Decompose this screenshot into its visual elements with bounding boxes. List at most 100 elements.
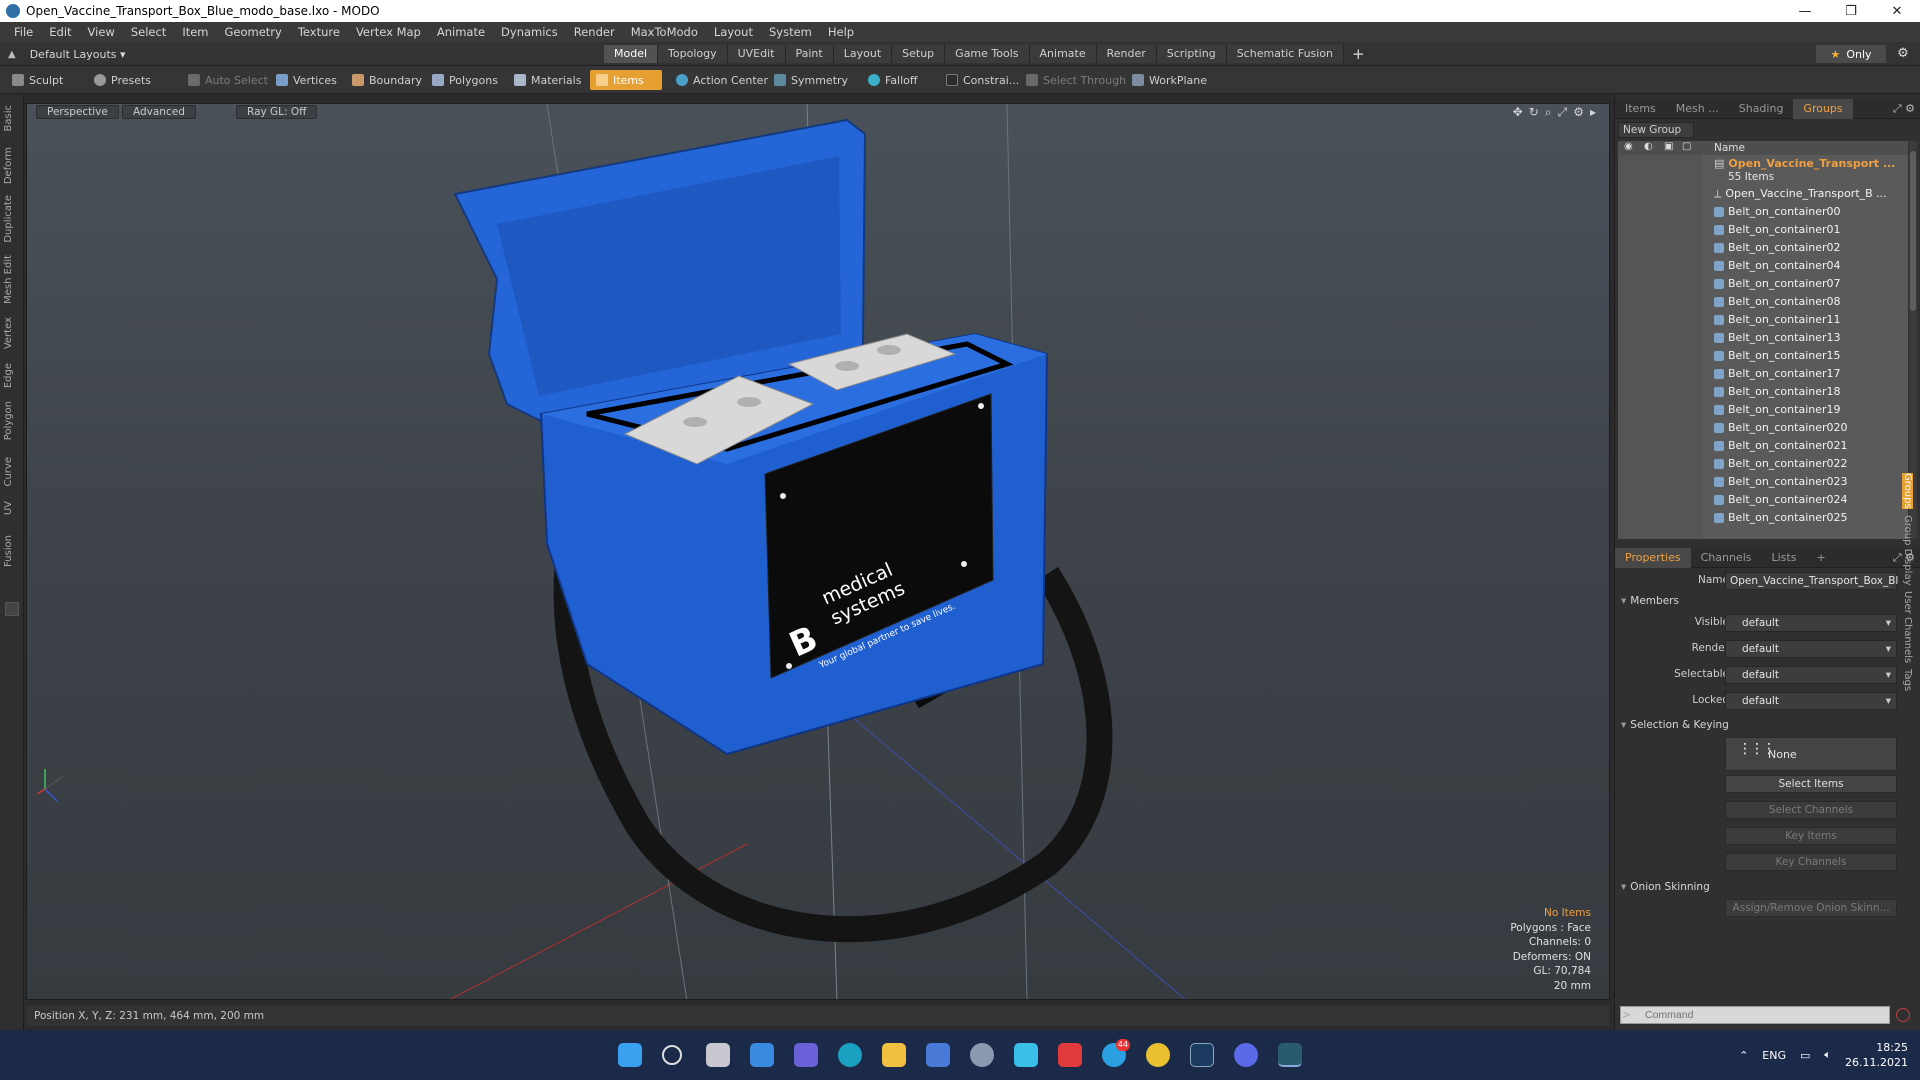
side-tab-user-channels[interactable]: User Channels bbox=[1902, 591, 1913, 663]
gear-icon[interactable]: ⚙ bbox=[1894, 45, 1912, 63]
menu-geometry[interactable]: Geometry bbox=[217, 25, 290, 39]
tree-item[interactable]: Belt_on_container022 bbox=[1714, 455, 1848, 473]
tab-shading[interactable]: Shading bbox=[1729, 99, 1794, 119]
file-explorer-icon[interactable] bbox=[882, 1043, 906, 1067]
menu-edit[interactable]: Edit bbox=[41, 25, 79, 39]
side-tab-groups[interactable]: Groups bbox=[1902, 473, 1913, 509]
left-tab-edge[interactable]: Edge bbox=[3, 363, 21, 388]
tab-channels[interactable]: Channels bbox=[1691, 548, 1762, 568]
boundary-button[interactable]: Boundary bbox=[346, 70, 428, 90]
left-panel-toggle[interactable] bbox=[5, 602, 19, 616]
menu-animate[interactable]: Animate bbox=[429, 25, 493, 39]
tree-item[interactable]: Belt_on_container08 bbox=[1714, 293, 1841, 311]
tree-item[interactable]: Belt_on_container025 bbox=[1714, 509, 1848, 527]
tree-item[interactable]: Belt_on_container19 bbox=[1714, 401, 1841, 419]
select-through-button[interactable]: Select Through bbox=[1020, 70, 1132, 90]
menu-render[interactable]: Render bbox=[566, 25, 623, 39]
menu-maxtomodo[interactable]: MaxToModo bbox=[623, 25, 706, 39]
minimize-button[interactable]: — bbox=[1782, 0, 1828, 22]
tree-item[interactable]: Belt_on_container11 bbox=[1714, 311, 1841, 329]
presets-button[interactable]: Presets bbox=[88, 70, 157, 90]
selection-set-preview[interactable]: ⋮⋮⋮ None bbox=[1725, 737, 1897, 771]
tree-item[interactable]: ⟂ Open_Vaccine_Transport_B ... bbox=[1714, 185, 1887, 203]
tab-items[interactable]: Items bbox=[1615, 99, 1666, 119]
viewport-menu-icon[interactable]: ▸ bbox=[1590, 105, 1596, 120]
left-tab-polygon[interactable]: Polygon bbox=[3, 401, 21, 440]
eye-icon[interactable]: ◉ bbox=[1624, 141, 1633, 152]
tab-lists[interactable]: Lists bbox=[1762, 548, 1807, 568]
tree-item[interactable]: Belt_on_container023 bbox=[1714, 473, 1848, 491]
left-tab-curve[interactable]: Curve bbox=[3, 457, 21, 487]
side-tab-tags[interactable]: Tags bbox=[1902, 669, 1913, 691]
edge-browser-icon[interactable] bbox=[838, 1043, 862, 1067]
tree-item[interactable]: Belt_on_container02 bbox=[1714, 239, 1841, 257]
menu-vertex-map[interactable]: Vertex Map bbox=[348, 25, 429, 39]
key-channels-button[interactable]: Key Channels bbox=[1725, 853, 1897, 871]
menu-texture[interactable]: Texture bbox=[290, 25, 348, 39]
advanced-dropdown[interactable]: Advanced bbox=[122, 105, 196, 119]
anydesk-icon[interactable] bbox=[1058, 1043, 1082, 1067]
search-icon[interactable] bbox=[662, 1045, 682, 1065]
left-tab-fusion[interactable]: Fusion bbox=[3, 535, 21, 567]
tab-game-tools[interactable]: Game Tools bbox=[945, 45, 1030, 63]
notepad-icon[interactable] bbox=[1014, 1043, 1038, 1067]
task-view-icon[interactable] bbox=[706, 1043, 730, 1067]
name-field[interactable]: Open_Vaccine_Transport_Box_Bl bbox=[1725, 572, 1898, 590]
select-items-button[interactable]: Select Items bbox=[1725, 775, 1897, 793]
tab-topology[interactable]: Topology bbox=[658, 45, 728, 63]
chrome-icon[interactable] bbox=[1146, 1043, 1170, 1067]
tab-schematic-fusion[interactable]: Schematic Fusion bbox=[1226, 45, 1345, 63]
workplane-button[interactable]: WorkPlane bbox=[1126, 70, 1213, 90]
tab-mesh[interactable]: Mesh ... bbox=[1666, 99, 1729, 119]
menu-view[interactable]: View bbox=[80, 25, 123, 39]
tab-layout[interactable]: Layout bbox=[833, 45, 893, 63]
layout-collapse-icon[interactable]: ▲ bbox=[8, 49, 16, 60]
selectable-select[interactable]: default ▾ bbox=[1725, 666, 1897, 684]
render-icon[interactable]: ◐ bbox=[1644, 141, 1653, 152]
steam-icon[interactable] bbox=[1190, 1043, 1214, 1067]
rotate-icon[interactable]: ↻ bbox=[1529, 105, 1539, 120]
tree-item[interactable]: Belt_on_container04 bbox=[1714, 257, 1841, 275]
selection-keying-section[interactable]: ▾ Selection & Keying bbox=[1621, 719, 1729, 731]
menu-system[interactable]: System bbox=[761, 25, 820, 39]
perspective-dropdown[interactable]: Perspective bbox=[36, 105, 119, 119]
default-layouts-dropdown[interactable]: ▲ Default Layouts ▾ bbox=[8, 46, 126, 62]
tab-groups[interactable]: Groups bbox=[1793, 99, 1853, 119]
maximize-button[interactable]: ❐ bbox=[1828, 0, 1874, 22]
discord-icon[interactable] bbox=[1234, 1043, 1258, 1067]
viewport-gear-icon[interactable]: ⚙ bbox=[1573, 105, 1584, 120]
tree-item[interactable]: Belt_on_container01 bbox=[1714, 221, 1841, 239]
command-input[interactable] bbox=[1620, 1006, 1890, 1024]
menu-layout[interactable]: Layout bbox=[706, 25, 761, 39]
tab-scripting[interactable]: Scripting bbox=[1156, 45, 1227, 63]
tree-item[interactable]: Belt_on_container021 bbox=[1714, 437, 1848, 455]
symmetry-button[interactable]: Symmetry bbox=[768, 70, 854, 90]
menu-file[interactable]: File bbox=[6, 25, 41, 39]
tree-item[interactable]: Belt_on_container00 bbox=[1714, 203, 1841, 221]
left-tab-mesh-edit[interactable]: Mesh Edit bbox=[3, 255, 21, 304]
select-channels-button[interactable]: Select Channels bbox=[1725, 801, 1897, 819]
tray-chevron-icon[interactable]: ⌃ bbox=[1739, 1049, 1748, 1062]
menu-select[interactable]: Select bbox=[123, 25, 174, 39]
tab-paint[interactable]: Paint bbox=[785, 45, 834, 63]
tree-item[interactable]: Belt_on_container07 bbox=[1714, 275, 1841, 293]
pan-icon[interactable]: ✥ bbox=[1513, 105, 1523, 120]
model-render[interactable]: B medical systems Your global partner to… bbox=[27, 104, 1610, 1000]
3d-viewport[interactable]: B medical systems Your global partner to… bbox=[26, 103, 1610, 1000]
zoom-icon[interactable]: ⌕ bbox=[1545, 105, 1552, 120]
tab-uvedit[interactable]: UVEdit bbox=[727, 45, 786, 63]
left-tab-deform[interactable]: Deform bbox=[3, 147, 21, 184]
assign-onion-button[interactable]: Assign/Remove Onion Skinn... bbox=[1725, 899, 1897, 917]
visible-select[interactable]: default ▾ bbox=[1725, 614, 1897, 632]
volume-icon[interactable]: 🔈︎ bbox=[1824, 1048, 1831, 1062]
select-icon[interactable]: ▢ bbox=[1682, 141, 1691, 152]
groups-tree[interactable]: ◉ ◐ ▣ ▢ Name ▤ Open_Vaccine_Transport ..… bbox=[1618, 141, 1908, 539]
visibility-columns[interactable] bbox=[1618, 141, 1702, 539]
tree-item[interactable]: Belt_on_container024 bbox=[1714, 491, 1848, 509]
settings-icon[interactable] bbox=[970, 1043, 994, 1067]
panel-expand-icon[interactable]: ⤢ ⚙ bbox=[1893, 99, 1920, 118]
add-tab-button[interactable]: + bbox=[1344, 45, 1373, 63]
side-tab-group-display[interactable]: Group Display bbox=[1902, 515, 1913, 585]
tree-item[interactable]: Belt_on_container15 bbox=[1714, 347, 1841, 365]
lock-icon[interactable]: ▣ bbox=[1664, 141, 1673, 152]
